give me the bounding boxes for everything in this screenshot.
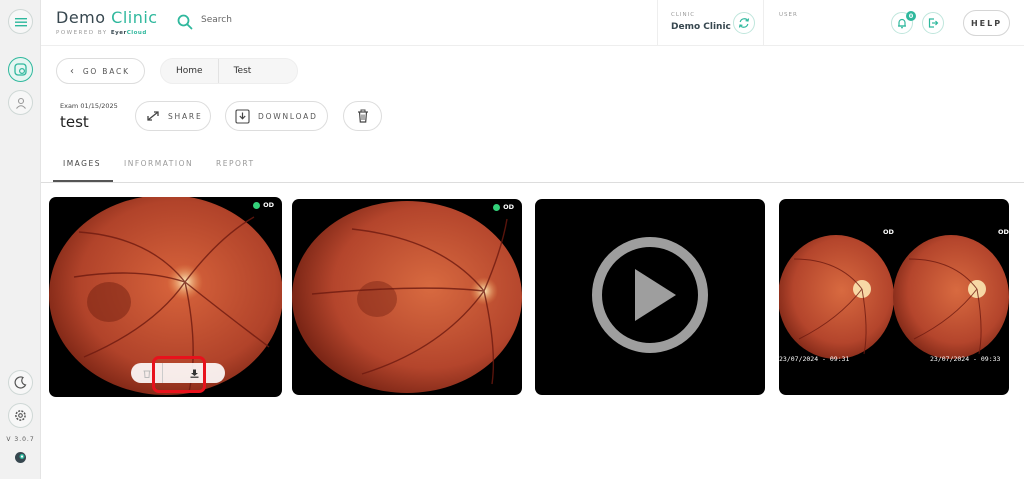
- powered-by: POWERED BY EyerCloud: [56, 30, 147, 36]
- clinic-label: CLINIC: [671, 12, 696, 18]
- user-label: USER: [779, 12, 798, 18]
- clinic-name: Demo Clinic: [671, 22, 731, 32]
- image-card[interactable]: OD: [292, 199, 522, 395]
- share-button[interactable]: SHARE: [135, 101, 211, 131]
- trash-icon: [143, 370, 150, 378]
- breadcrumb: Home Test: [160, 58, 298, 84]
- gear-icon: [15, 410, 26, 421]
- download-icon: [235, 108, 250, 124]
- search-icon[interactable]: [177, 14, 193, 30]
- share-label: SHARE: [168, 111, 203, 121]
- stereo-fundus-image: [779, 235, 1009, 359]
- timestamp-left: 23/07/2024 - 09:31: [779, 355, 850, 363]
- app-title: Demo Clinic: [56, 8, 158, 27]
- header-divider: [763, 0, 764, 46]
- go-back-button[interactable]: ‹ GO BACK: [56, 58, 145, 84]
- breadcrumb-home[interactable]: Home: [161, 59, 218, 83]
- download-button[interactable]: DOWNLOAD: [225, 101, 328, 131]
- user-icon: [15, 97, 26, 109]
- trash-icon: [357, 109, 368, 123]
- status-dot: [253, 201, 261, 209]
- refresh-icon: [738, 18, 750, 28]
- download-label: DOWNLOAD: [258, 111, 318, 121]
- delete-exam-button[interactable]: [343, 101, 382, 131]
- chevron-left-icon: ‹: [70, 65, 76, 77]
- go-back-label: GO BACK: [82, 66, 130, 76]
- tab-information[interactable]: INFORMATION: [124, 159, 193, 168]
- search-input[interactable]: [201, 15, 401, 25]
- download-highlight-box: [152, 356, 206, 393]
- hamburger-icon: [14, 17, 27, 26]
- breadcrumb-current: Test: [233, 66, 252, 76]
- top-header: Demo Clinic POWERED BY EyerCloud CLINIC …: [41, 0, 1024, 46]
- image-card[interactable]: OD OD 23/07/2024 - 09:31 23/07/2024 - 09…: [779, 199, 1009, 395]
- eye-label: OD: [493, 203, 514, 211]
- exam-date: Exam 01/15/2025: [60, 102, 118, 110]
- logout-button[interactable]: [922, 12, 944, 34]
- eye-label: OD: [253, 201, 274, 209]
- exam-title: test: [60, 113, 89, 131]
- tab-report[interactable]: REPORT: [216, 159, 255, 168]
- header-divider: [657, 0, 658, 46]
- fundus-image: [292, 201, 522, 393]
- dark-mode-button[interactable]: [8, 370, 33, 395]
- notification-badge: 0: [906, 11, 916, 21]
- logout-icon: [928, 18, 939, 28]
- exam-icon: [14, 63, 27, 76]
- eye-label-right: OD: [998, 228, 1009, 236]
- sidebar: V 3.0.7: [0, 0, 41, 479]
- settings-button[interactable]: [8, 403, 33, 428]
- exam-tabs: IMAGES INFORMATION REPORT: [41, 150, 1024, 183]
- share-icon: [147, 111, 159, 121]
- moon-icon: [14, 376, 27, 389]
- eyer-logo-icon: [14, 449, 27, 463]
- status-dot: [493, 203, 501, 211]
- help-button[interactable]: HELP: [963, 10, 1010, 36]
- sidebar-item-exams[interactable]: [8, 57, 33, 82]
- play-icon: [592, 237, 708, 353]
- switch-clinic-button[interactable]: [733, 12, 755, 34]
- active-tab-indicator: [53, 180, 113, 182]
- timestamp-right: 23/07/2024 - 09:33: [930, 355, 1001, 363]
- sidebar-item-patients[interactable]: [8, 90, 33, 115]
- video-card[interactable]: [535, 199, 765, 395]
- tab-images[interactable]: IMAGES: [63, 159, 101, 168]
- menu-button[interactable]: [8, 9, 33, 34]
- version-label: V 3.0.7: [6, 436, 35, 443]
- eye-label-left: OD: [883, 228, 894, 236]
